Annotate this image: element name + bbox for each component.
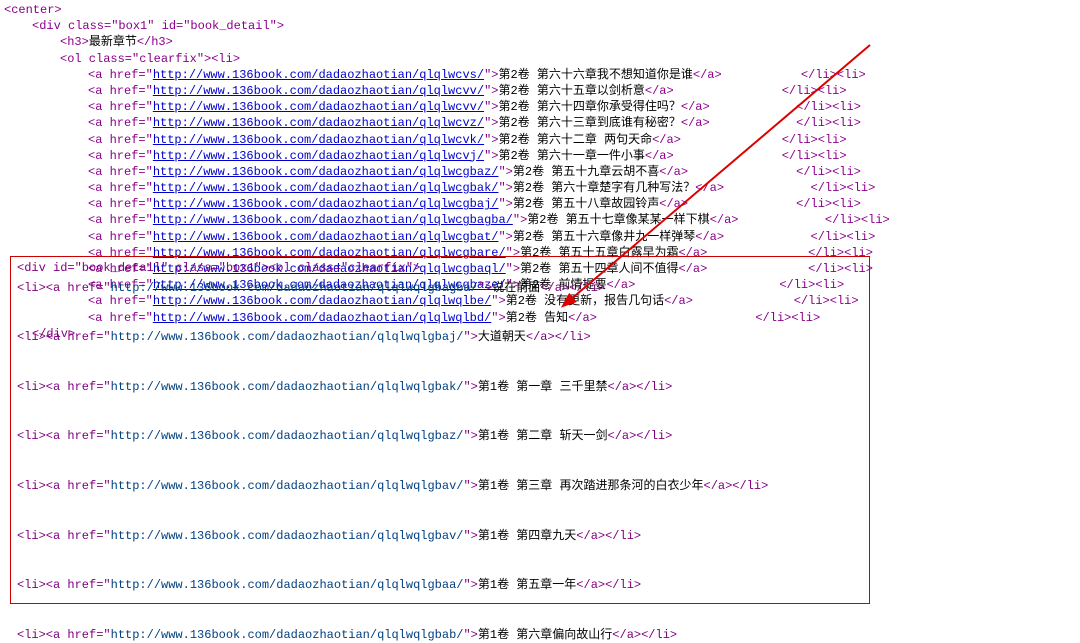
link-url[interactable]: http://www.136book.com/dadaozhaotian/qlq… [153,68,484,82]
link-url[interactable]: http://www.136book.com/dadaozhaotian/qlq… [153,181,499,195]
code-row: <a href="http://www.136book.com/dadaozha… [4,180,1076,196]
box-head: <div id="book_detail" class="box1"><ol c… [17,261,420,275]
highlight-row: <li><a href="http://www.136book.com/dada… [17,429,863,445]
link-url[interactable]: http://www.136book.com/dadaozhaotian/qlq… [153,165,499,179]
code-row: <a href="http://www.136book.com/dadaozha… [4,115,1076,131]
link-url[interactable]: http://www.136book.com/dadaozhaotian/qlq… [153,149,484,163]
code-row: <a href="http://www.136book.com/dadaozha… [4,67,1076,83]
link-url[interactable]: http://www.136book.com/dadaozhaotian/qlq… [153,133,484,147]
link-text: 第1卷 第一章 三千里禁 [478,380,608,394]
h3-text: 最新章节 [89,35,137,49]
highlight-box: <div id="book_detail" class="box1"><ol c… [10,256,870,604]
link-text: 第2卷 第五十九章云胡不喜 [513,165,659,179]
link-url[interactable]: http://www.136book.com/dadaozhaotian/qlq… [111,380,464,394]
link-text: 第2卷 第五十八章故园铃声 [513,197,659,211]
link-text: 第2卷 第六十二章 两句天命 [498,133,652,147]
link-text: 第2卷 第六十四章你承受得住吗？ [498,100,680,114]
link-text: 第2卷 第五十六章像井九一样弹琴 [513,230,695,244]
highlight-row: <li><a href="http://www.136book.com/dada… [17,578,863,594]
link-url[interactable]: http://www.136book.com/dadaozhaotian/qlq… [153,116,484,130]
tag-ol: <ol class="clearfix"><li> [60,52,240,66]
link-url[interactable]: http://www.136book.com/dadaozhaotian/qlq… [153,230,499,244]
link-url[interactable]: http://www.136book.com/dadaozhaotian/qlq… [111,578,464,592]
tag-div: <div class="box1" id="book_detail"> [32,19,284,33]
link-url[interactable]: http://www.136book.com/dadaozhaotian/qlq… [153,213,513,227]
tag-h3-close: </h3> [137,35,173,49]
link-text: 第1卷 第五章一年 [478,578,576,592]
link-url[interactable]: http://www.136book.com/dadaozhaotian/qlq… [111,330,464,344]
highlight-row: <li><a href="http://www.136book.com/dada… [17,281,863,297]
link-url[interactable]: http://www.136book.com/dadaozhaotian/qlq… [111,429,464,443]
code-row: <a href="http://www.136book.com/dadaozha… [4,148,1076,164]
link-url[interactable]: http://www.136book.com/dadaozhaotian/qlq… [153,84,484,98]
highlight-row: <li><a href="http://www.136book.com/dada… [17,628,863,643]
link-text: 第1卷 第二章 斩天一剑 [478,429,608,443]
link-text: 说在前面 [492,281,540,295]
code-row: <a href="http://www.136book.com/dadaozha… [4,83,1076,99]
link-url[interactable]: http://www.136book.com/dadaozhaotian/qlq… [153,197,499,211]
link-text: 第1卷 第三章 再次踏进那条河的白衣少年 [478,479,704,493]
link-text: 第2卷 第六十三章到底谁有秘密？ [498,116,680,130]
link-text: 第1卷 第六章偏向故山行 [478,628,612,642]
link-text: 第1卷 第四章九天 [478,529,576,543]
code-row: <a href="http://www.136book.com/dadaozha… [4,132,1076,148]
code-row: <a href="http://www.136book.com/dadaozha… [4,212,1076,228]
link-text: 第2卷 第六十章楚字有几种写法？ [513,181,695,195]
link-url[interactable]: http://www.136book.com/dadaozhaotian/qlq… [111,628,464,642]
link-text: 第2卷 第六十六章我不想知道你是谁 [498,68,692,82]
code-row: <a href="http://www.136book.com/dadaozha… [4,164,1076,180]
highlight-row: <li><a href="http://www.136book.com/dada… [17,529,863,545]
link-text: 第2卷 第六十五章以剑析意 [498,84,644,98]
code-row: <a href="http://www.136book.com/dadaozha… [4,229,1076,245]
code-row: <a href="http://www.136book.com/dadaozha… [4,99,1076,115]
link-text: 第2卷 第五十七章像某某一样下棋 [527,213,709,227]
code-row: <a href="http://www.136book.com/dadaozha… [4,196,1076,212]
link-url[interactable]: http://www.136book.com/dadaozhaotian/qlq… [111,281,478,295]
link-url[interactable]: http://www.136book.com/dadaozhaotian/qlq… [111,529,464,543]
link-text: 第2卷 第六十一章一件小事 [498,149,644,163]
link-text: 大道朝天 [478,330,526,344]
tag-center: <center> [4,3,62,17]
highlight-row: <li><a href="http://www.136book.com/dada… [17,330,863,346]
link-url[interactable]: http://www.136book.com/dadaozhaotian/qlq… [111,479,464,493]
link-url[interactable]: http://www.136book.com/dadaozhaotian/qlq… [153,100,484,114]
highlight-row: <li><a href="http://www.136book.com/dada… [17,479,863,495]
highlight-row: <li><a href="http://www.136book.com/dada… [17,380,863,396]
tag-h3-open: <h3> [60,35,89,49]
